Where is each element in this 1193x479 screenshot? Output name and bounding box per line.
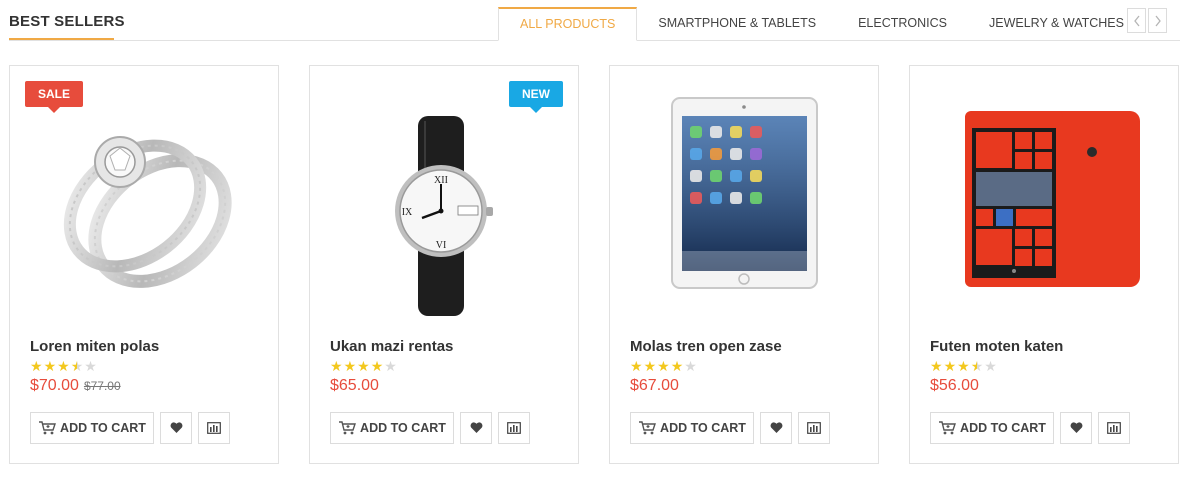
rating-stars: ★ ★ ★ ★ ★	[30, 358, 97, 374]
product-image-link[interactable]	[610, 66, 878, 326]
star-full-icon: ★	[43, 358, 57, 374]
product-image-link[interactable]	[910, 66, 1178, 326]
category-tabs: ALL PRODUCTS SMARTPHONE & TABLETS ELECTR…	[498, 7, 1145, 41]
star-empty-icon: ★	[984, 358, 997, 374]
wishlist-button[interactable]	[760, 412, 792, 444]
compare-button[interactable]	[198, 412, 230, 444]
product-actions: ADD TO CART	[630, 412, 830, 444]
product-price: $67.00	[630, 377, 679, 394]
product-name[interactable]: Loren miten polas	[30, 338, 159, 355]
product-image-link[interactable]: SALE	[10, 66, 278, 326]
tab-electronics[interactable]: ELECTRONICS	[837, 7, 968, 39]
rating-stars: ★ ★ ★ ★ ★	[330, 358, 397, 374]
next-button[interactable]	[1148, 8, 1167, 33]
price-row: $56.00	[930, 377, 979, 395]
heart-icon	[1070, 422, 1083, 434]
add-to-cart-label: ADD TO CART	[360, 421, 446, 435]
compare-chart-icon	[507, 422, 521, 434]
star-full-icon: ★	[930, 358, 943, 374]
star-full-icon: ★	[630, 358, 643, 374]
add-to-cart-button[interactable]: ADD TO CART	[930, 412, 1054, 444]
star-full-icon: ★	[330, 358, 343, 374]
cart-icon	[38, 421, 57, 435]
product-name[interactable]: Ukan mazi rentas	[330, 338, 453, 355]
star-half-icon: ★	[70, 358, 84, 374]
wishlist-button[interactable]	[1060, 412, 1092, 444]
star-empty-icon: ★	[84, 358, 97, 374]
add-to-cart-button[interactable]: ADD TO CART	[630, 412, 754, 444]
star-full-icon: ★	[343, 358, 357, 374]
new-badge: NEW	[509, 81, 563, 113]
product-price: $70.00	[30, 377, 79, 394]
product-image-link[interactable]: XII VI IX NEW	[310, 66, 578, 326]
compare-button[interactable]	[498, 412, 530, 444]
tab-all-products[interactable]: ALL PRODUCTS	[498, 7, 638, 41]
rating-stars: ★ ★ ★ ★ ★	[930, 358, 997, 374]
price-row: $67.00	[630, 377, 679, 395]
product-card: SALE Loren miten polas ★ ★ ★ ★ ★ $70.00 …	[9, 65, 279, 464]
price-row: $70.00 $77.00	[30, 377, 121, 395]
product-actions: ADD TO CART	[330, 412, 530, 444]
svg-text:VI: VI	[436, 240, 447, 251]
svg-text:IX: IX	[402, 207, 413, 218]
wishlist-button[interactable]	[160, 412, 192, 444]
chevron-left-icon	[1133, 15, 1141, 27]
product-card: Futen moten katen ★ ★ ★ ★ ★ $56.00 ADD T…	[909, 65, 1179, 464]
add-to-cart-button[interactable]: ADD TO CART	[330, 412, 454, 444]
heart-icon	[770, 422, 783, 434]
heart-icon	[170, 422, 183, 434]
product-name[interactable]: Molas tren open zase	[630, 338, 782, 355]
section-title-underline	[9, 38, 114, 40]
carousel-pager	[1127, 8, 1167, 33]
product-card: XII VI IX NEW Ukan mazi rentas ★ ★ ★ ★ ★…	[309, 65, 579, 464]
star-full-icon: ★	[957, 358, 970, 374]
sale-badge: SALE	[25, 81, 84, 113]
section-title: BEST SELLERS	[9, 13, 125, 30]
star-full-icon: ★	[643, 358, 657, 374]
cart-icon	[638, 421, 657, 435]
compare-chart-icon	[207, 422, 221, 434]
product-price: $65.00	[330, 377, 379, 394]
compare-chart-icon	[1107, 422, 1121, 434]
add-to-cart-button[interactable]: ADD TO CART	[30, 412, 154, 444]
old-price: $77.00	[83, 379, 121, 393]
star-full-icon: ★	[30, 358, 43, 374]
product-actions: ADD TO CART	[930, 412, 1130, 444]
tab-smartphone-tablets[interactable]: SMARTPHONE & TABLETS	[637, 7, 837, 39]
product-price: $56.00	[930, 377, 979, 394]
star-full-icon: ★	[657, 358, 670, 374]
star-half-icon: ★	[970, 358, 984, 374]
product-actions: ADD TO CART	[30, 412, 230, 444]
compare-button[interactable]	[798, 412, 830, 444]
product-card: Molas tren open zase ★ ★ ★ ★ ★ $67.00 AD…	[609, 65, 879, 464]
star-full-icon: ★	[57, 358, 70, 374]
price-row: $65.00	[330, 377, 379, 395]
rating-stars: ★ ★ ★ ★ ★	[630, 358, 697, 374]
cart-icon	[338, 421, 357, 435]
compare-chart-icon	[807, 422, 821, 434]
smartphone-image	[965, 111, 1140, 287]
prev-button[interactable]	[1127, 8, 1146, 33]
star-empty-icon: ★	[384, 358, 397, 374]
star-empty-icon: ★	[684, 358, 697, 374]
star-full-icon: ★	[670, 358, 684, 374]
compare-button[interactable]	[1098, 412, 1130, 444]
tab-jewelry-watches[interactable]: JEWELRY & WATCHES	[968, 7, 1145, 39]
add-to-cart-label: ADD TO CART	[960, 421, 1046, 435]
add-to-cart-label: ADD TO CART	[60, 421, 146, 435]
star-full-icon: ★	[357, 358, 370, 374]
wishlist-button[interactable]	[460, 412, 492, 444]
heart-icon	[470, 422, 483, 434]
product-name[interactable]: Futen moten katen	[930, 338, 1063, 355]
cart-icon	[938, 421, 957, 435]
star-full-icon: ★	[370, 358, 384, 374]
star-full-icon: ★	[943, 358, 957, 374]
add-to-cart-label: ADD TO CART	[660, 421, 746, 435]
tablet-image	[671, 97, 818, 289]
chevron-right-icon	[1154, 15, 1162, 27]
